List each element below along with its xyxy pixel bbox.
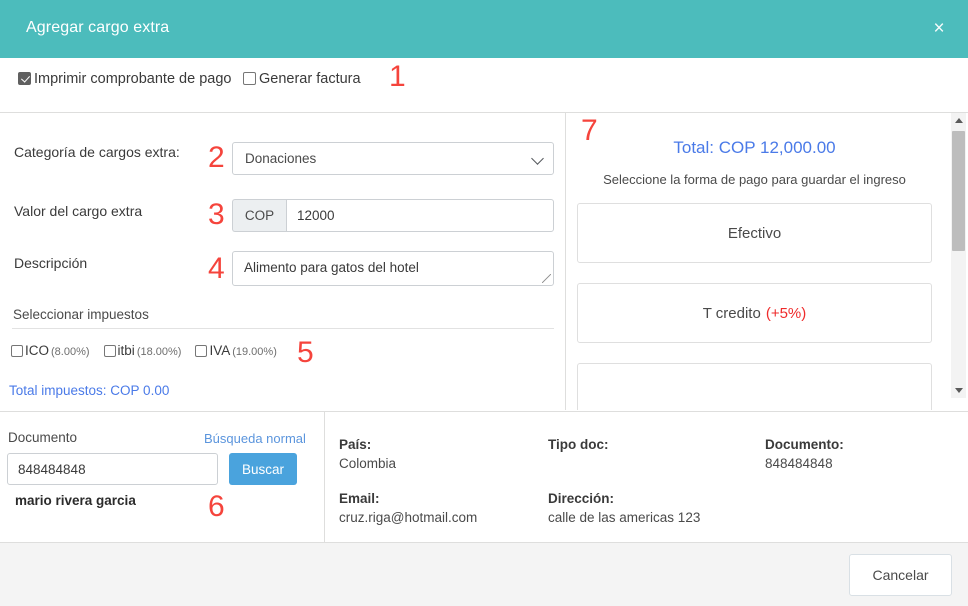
amount-input-group: COP 12000 [232,199,554,232]
customer-info-country: País: Colombia [339,437,396,471]
customer-info-document: Documento: 848484848 [765,437,844,471]
checkbox-tax-iva-label: IVA [209,343,231,358]
scroll-up-icon[interactable] [951,113,966,128]
resize-handle-icon[interactable] [542,274,551,283]
payment-instruction: Seleccione la forma de pago para guardar… [603,172,906,187]
customer-search-panel: Documento Búsqueda normal 848484848 Busc… [0,412,325,543]
dialog-title: Agregar cargo extra [26,19,170,36]
payment-total: Total: COP 12,000.00 [673,138,836,157]
checkbox-tax-itbi-label: itbi [117,343,135,358]
customer-info-doctype-key: Tipo doc: [548,437,609,452]
payment-method-efectivo[interactable]: Efectivo [577,203,932,263]
customer-info-address: Dirección: calle de las americas 123 [548,491,700,525]
customer-info-address-key: Dirección: [548,491,615,506]
customer-info-email-key: Email: [339,491,380,506]
scrollbar-thumb[interactable] [952,131,965,251]
payment-method-tcredito-surcharge: (+5%) [765,304,807,322]
taxes-total: Total impuestos: COP 0.00 [9,383,170,398]
checkbox-generate-invoice[interactable]: Generar factura [243,71,361,87]
customer-info-doctype: Tipo doc: [548,437,609,456]
category-select[interactable]: Donaciones [232,142,554,175]
category-select-value: Donaciones [245,151,317,166]
checkbox-tax-iva-box[interactable] [195,345,208,357]
taxes-divider [12,328,554,329]
scroll-down-icon[interactable] [951,383,966,398]
category-label: Categoría de cargos extra: [14,144,180,160]
payment-method-efectivo-label: Efectivo [727,224,782,242]
amount-label: Valor del cargo extra [14,203,143,219]
customer-info-country-key: País: [339,437,372,452]
description-textarea-value: Alimento para gatos del hotel [244,260,419,275]
customer-info-country-value: Colombia [339,456,397,471]
checkbox-tax-ico-rate: (8.00%) [51,346,90,358]
chevron-down-icon [531,152,544,165]
checkbox-tax-itbi[interactable]: itbi (18.00%) [103,343,182,358]
customer-name: mario rivera garcia [15,493,136,508]
document-label: Documento [8,430,78,445]
payment-panel-scrollbar[interactable] [951,113,966,398]
close-icon[interactable]: × [924,14,954,44]
checkbox-tax-iva-rate: (19.00%) [232,346,277,358]
dialog-footer: Cancelar [0,542,968,606]
search-mode-link[interactable]: Búsqueda normal [204,431,306,446]
payment-method-tcredito[interactable]: T credito (+5%) [577,283,932,343]
description-textarea[interactable]: Alimento para gatos del hotel [232,251,554,286]
checkbox-generate-invoice-label: Generar factura [259,71,361,87]
checkbox-tax-ico[interactable]: ICO (8.00%) [11,343,90,358]
customer-info-email-value: cruz.riga@hotmail.com [339,510,478,525]
checkbox-generate-invoice-box[interactable] [243,72,256,85]
add-extra-charge-dialog: Agregar cargo extra × Imprimir comproban… [0,0,968,606]
checkbox-print-receipt-label: Imprimir comprobante de pago [34,71,232,87]
checkbox-print-receipt[interactable]: Imprimir comprobante de pago [18,71,231,87]
payment-panel: Total: COP 12,000.00 Seleccione la forma… [567,113,968,410]
customer-info-address-value: calle de las americas 123 [548,510,701,525]
checkbox-tax-itbi-box[interactable] [103,345,116,357]
document-input[interactable]: 848484848 [7,453,218,485]
customer-info-email: Email: cruz.riga@hotmail.com [339,491,477,525]
description-label: Descripción [14,255,88,271]
taxes-checkbox-list: ICO (8.00%) itbi (18.00%) IVA (19.00%) [11,343,291,358]
customer-section: Documento Búsqueda normal 848484848 Busc… [0,411,968,543]
amount-input[interactable]: 12000 [286,199,554,232]
customer-info-document-value: 848484848 [765,456,833,471]
payment-method-third[interactable] [577,363,932,410]
checkbox-tax-ico-label: ICO [25,343,50,358]
customer-info-document-key: Documento: [765,437,844,452]
dialog-header: Agregar cargo extra × [0,0,968,58]
taxes-section-title: Seleccionar impuestos [13,307,149,322]
checkbox-tax-ico-box[interactable] [11,345,23,357]
checkbox-tax-itbi-rate: (18.00%) [136,346,182,358]
checkbox-tax-iva[interactable]: IVA (19.00%) [195,343,277,358]
cancel-button[interactable]: Cancelar [849,554,952,596]
search-button[interactable]: Buscar [229,453,297,485]
checkbox-print-receipt-box[interactable] [18,72,31,85]
print-options-row: Imprimir comprobante de pago Generar fac… [0,58,968,113]
currency-addon: COP [232,199,286,232]
payment-method-tcredito-label: T credito [702,304,761,322]
